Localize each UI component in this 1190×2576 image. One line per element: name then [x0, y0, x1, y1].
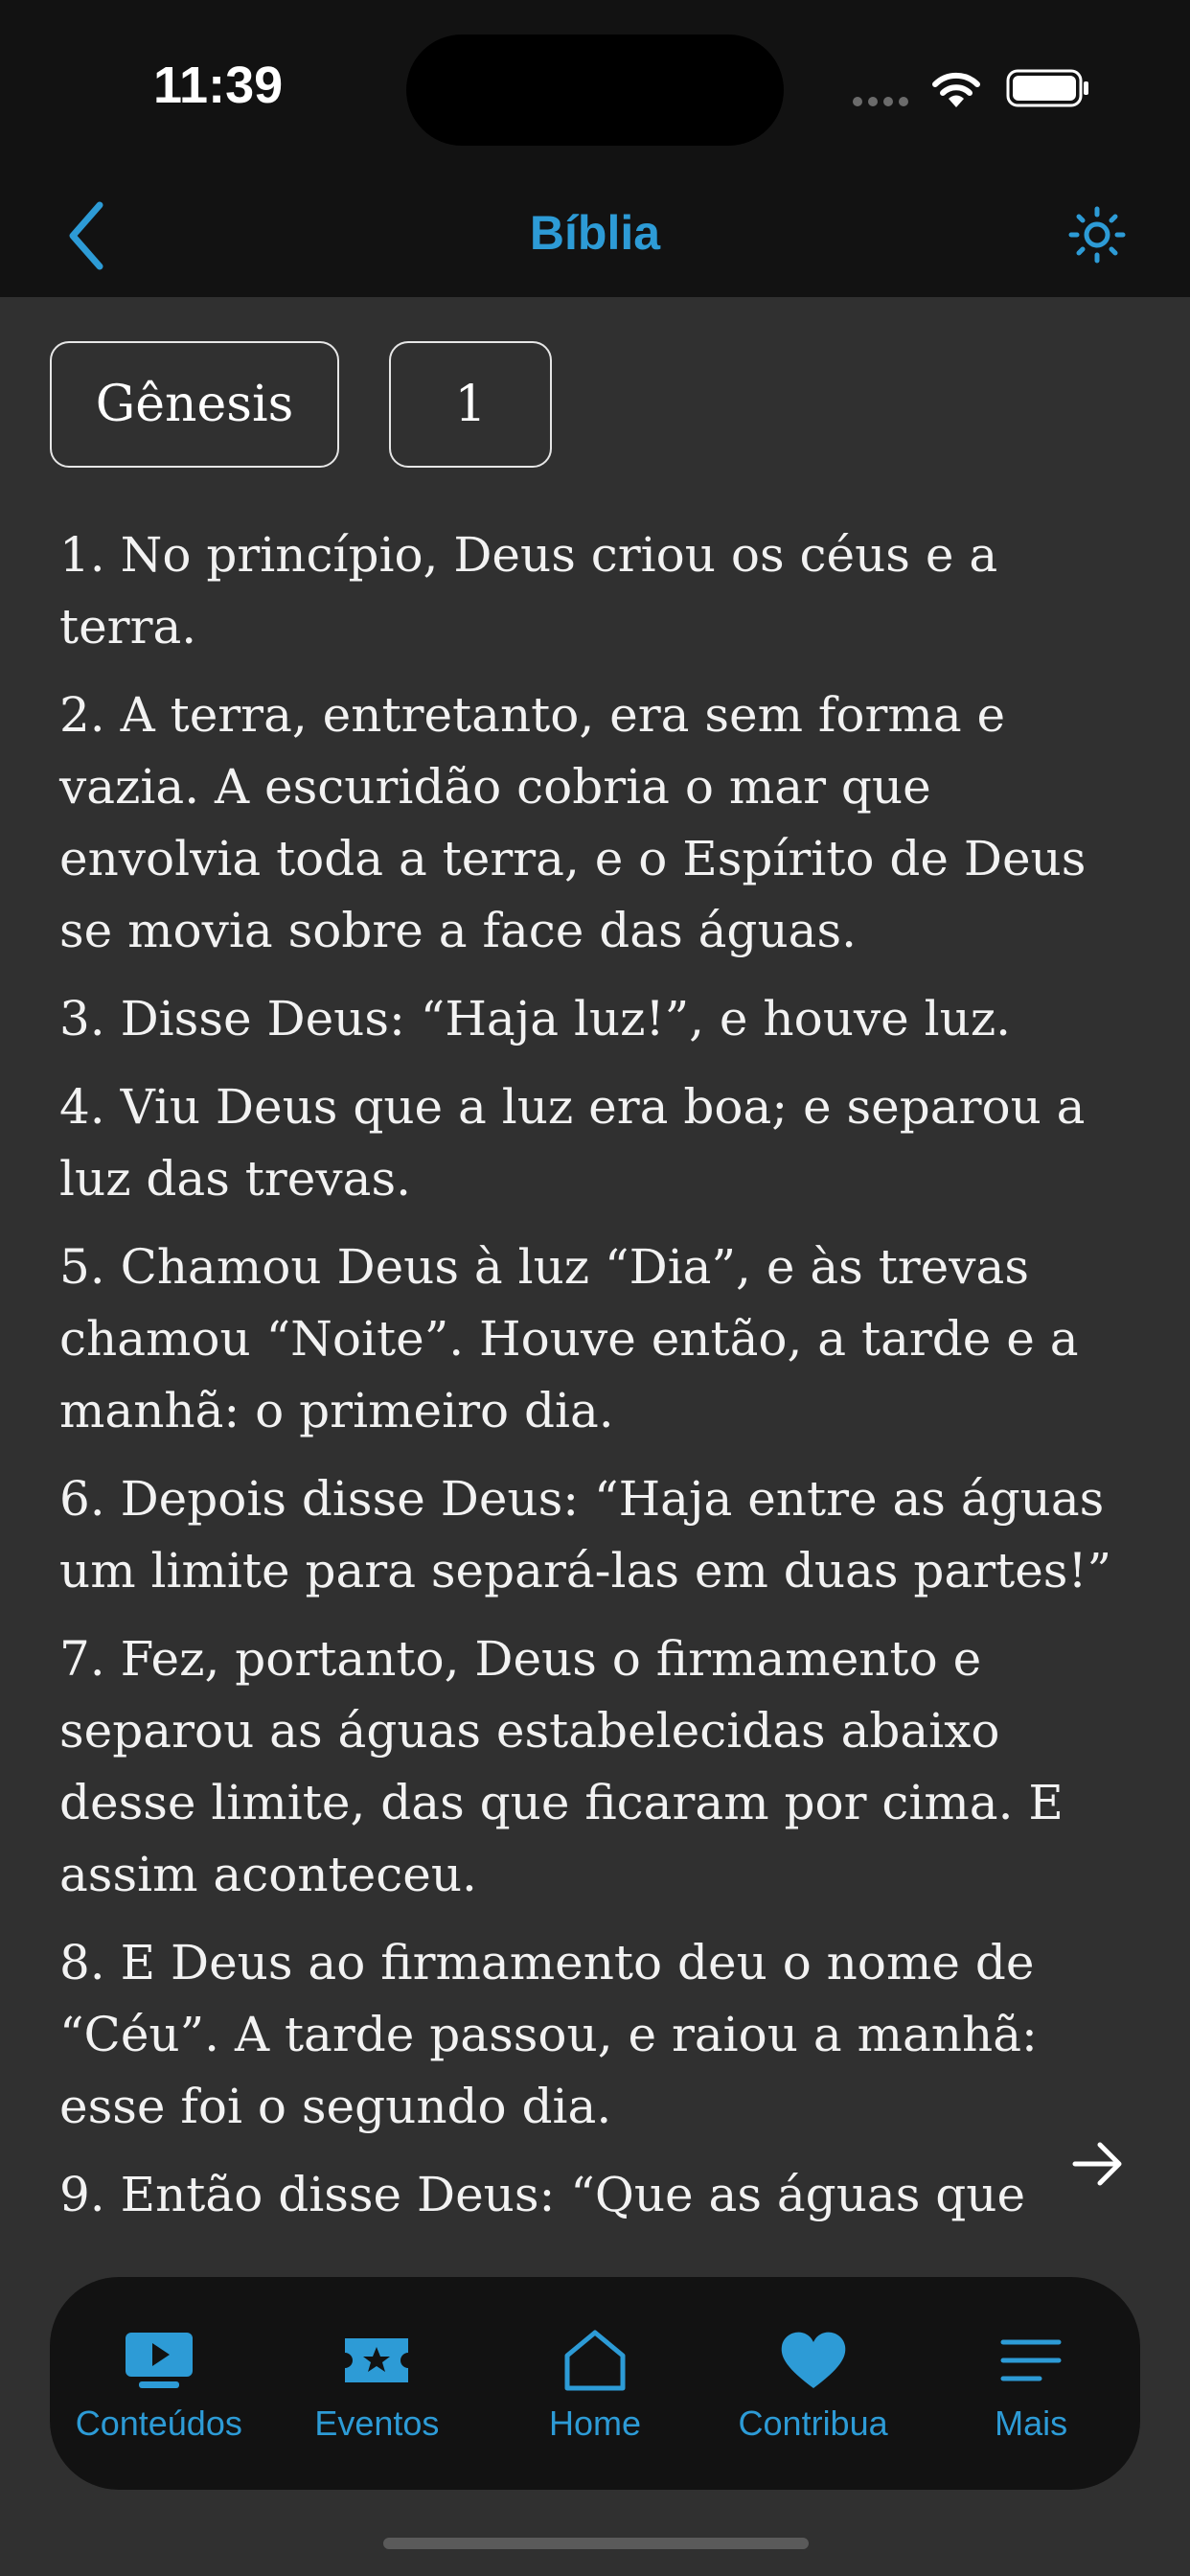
verse-6: 6. Depois disse Deus: “Haja entre as águ…	[59, 1471, 1112, 1598]
verse-3: 3. Disse Deus: “Haja luz!”, e houve luz.	[59, 991, 1012, 1046]
verse-9: 9. Então disse Deus: “Que as águas que	[59, 2167, 1026, 2222]
tab-eventos[interactable]: Eventos	[268, 2277, 487, 2490]
page-title: Bíblia	[529, 206, 661, 260]
tv-play-icon	[125, 2333, 193, 2388]
tab-contribua[interactable]: Contribua	[704, 2277, 923, 2490]
heart-icon	[781, 2332, 845, 2388]
tab-home[interactable]: Home	[486, 2277, 704, 2490]
verse-2: 2. A terra, entretanto, era sem forma e …	[59, 687, 1087, 958]
status-time: 11:39	[153, 57, 284, 114]
verse-4: 4. Viu Deus que a luz era boa; e separou…	[59, 1079, 1086, 1207]
tab-label: Conteúdos	[75, 2404, 242, 2443]
status-bar: 11:39	[0, 0, 1190, 172]
verse-1: 1. No princípio, Deus criou os céus e a …	[59, 527, 998, 655]
home-icon	[564, 2330, 626, 2391]
wifi-icon	[932, 72, 980, 107]
tab-bar: Conteúdos Eventos Home Contribua Mais	[50, 2277, 1140, 2490]
next-chapter-arrow-icon[interactable]	[1069, 2135, 1127, 2193]
tab-mais[interactable]: Mais	[922, 2277, 1140, 2490]
verse-8: 8. E Deus ao firmamento deu o nome de “C…	[59, 1935, 1038, 2134]
ticket-star-icon	[345, 2338, 409, 2382]
bible-reader: Gênesis 1 1. No princípio, Deus criou os…	[0, 297, 1190, 2281]
tab-conteudos[interactable]: Conteúdos	[50, 2277, 268, 2490]
battery-icon	[1006, 69, 1088, 107]
chapter-selector-button[interactable]: 1	[389, 341, 552, 468]
tab-label: Home	[548, 2404, 641, 2443]
verse-7: 7. Fez, portanto, Deus o firmamento e se…	[59, 1631, 1064, 1902]
book-selector-button[interactable]: Gênesis	[50, 341, 339, 468]
navigation-bar: Bíblia	[0, 172, 1190, 297]
tab-label: Mais	[995, 2404, 1068, 2443]
cellular-signal-icon	[853, 94, 914, 111]
brightness-icon[interactable]	[1064, 201, 1131, 268]
tab-label: Contribua	[738, 2404, 888, 2443]
menu-icon	[1000, 2339, 1062, 2381]
home-indicator	[383, 2538, 809, 2549]
verse-5: 5. Chamou Deus à luz “Dia”, e às trevas …	[59, 1239, 1079, 1438]
tab-label: Eventos	[314, 2404, 440, 2443]
dynamic-island	[406, 34, 784, 146]
verse-list: 1. No princípio, Deus criou os céus e a …	[59, 519, 1133, 2247]
